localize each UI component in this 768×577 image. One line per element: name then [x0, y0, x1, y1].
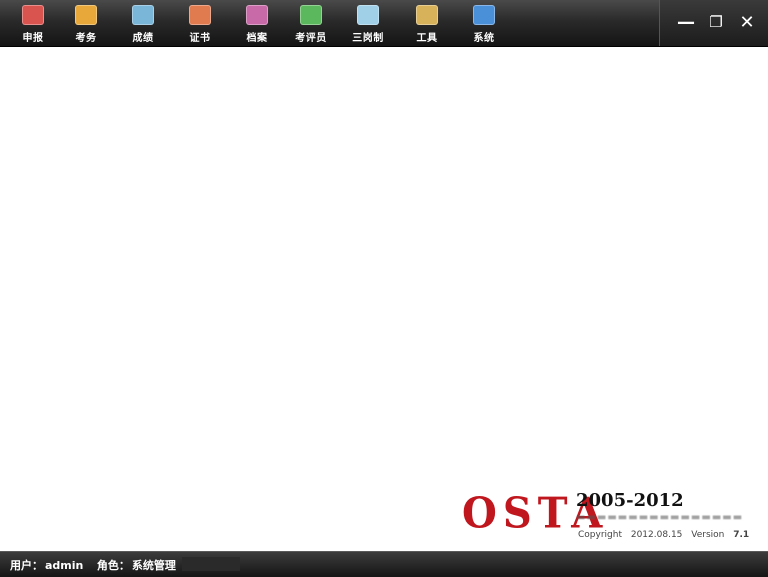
toolbar-item-label: 档案 [246, 33, 268, 44]
toolbar-item-label: 考评员 [295, 33, 327, 44]
logo-meta: Copyright 2012.08.15 Version 7.1 [578, 530, 755, 540]
logo-years: 2005-2012 [576, 490, 684, 511]
toolbar-item-label: 成绩 [132, 33, 154, 44]
scores-icon [132, 5, 154, 25]
toolbar-item-label: 系统 [473, 33, 495, 44]
version-label: Version [691, 530, 725, 540]
toolbar-item-three-post[interactable]: 三岗制 [342, 3, 394, 45]
minimize-button[interactable]: — [674, 10, 698, 34]
logo-organization-text: ▬▬▬▬▬▬▬▬▬▬▬▬▬▬▬▬ [576, 512, 744, 523]
user-value: admin [45, 559, 84, 572]
status-bar: 用户： admin 角色： 系统管理 [0, 551, 768, 577]
close-button[interactable]: ✕ [735, 10, 759, 34]
toolbar-item-scores[interactable]: 成绩 [117, 3, 169, 45]
examiner-icon [300, 5, 322, 25]
main-toolbar: 申报 考务 成绩 证书 档案 考评员 三岗制 工具 系统 — ❐ ✕ [0, 0, 768, 47]
role-label: 角色： [96, 559, 130, 572]
toolbar-item-label: 证书 [189, 33, 211, 44]
toolbar-item-label: 三岗制 [352, 33, 384, 44]
osta-logo: OSTA 2005-2012 ▬▬▬▬▬▬▬▬▬▬▬▬▬▬▬▬ Copyrigh… [462, 489, 762, 546]
toolbar-item-system[interactable]: 系统 [458, 3, 510, 45]
archive-icon [246, 5, 268, 25]
three-post-icon [357, 5, 379, 25]
tools-icon [416, 5, 438, 25]
exam-affairs-icon [75, 5, 97, 25]
user-label: 用户： [10, 559, 43, 572]
toolbar-item-report[interactable]: 申报 [7, 3, 59, 45]
toolbar-item-label: 工具 [416, 33, 438, 44]
toolbar-item-archive[interactable]: 档案 [231, 3, 283, 45]
status-field [182, 557, 240, 571]
toolbar-item-label: 申报 [22, 33, 44, 44]
copyright-label: Copyright [578, 530, 622, 540]
toolbar-item-examiner[interactable]: 考评员 [285, 3, 337, 45]
release-date: 2012.08.15 [630, 530, 683, 540]
toolbar-item-label: 考务 [75, 33, 97, 44]
system-icon [473, 5, 495, 25]
version-number: 7.1 [733, 530, 750, 540]
restore-button[interactable]: ❐ [704, 10, 728, 34]
toolbar-item-tools[interactable]: 工具 [401, 3, 453, 45]
toolbar-item-exam-affairs[interactable]: 考务 [60, 3, 112, 45]
toolbar-item-certificate[interactable]: 证书 [174, 3, 226, 45]
main-workspace [0, 47, 768, 551]
certificate-icon [189, 5, 211, 25]
status-info: 用户： admin 角色： 系统管理 [10, 557, 178, 573]
role-value: 系统管理 [131, 559, 176, 572]
report-icon [22, 5, 44, 25]
window-controls: — ❐ ✕ [659, 0, 768, 46]
